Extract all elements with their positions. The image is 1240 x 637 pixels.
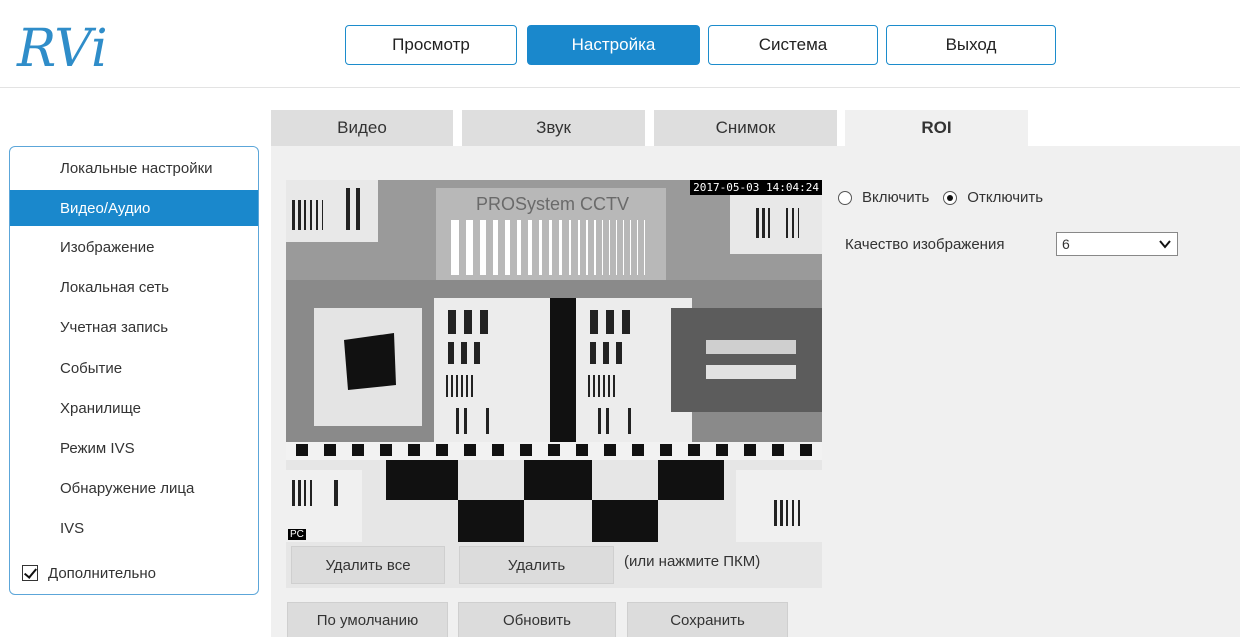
header-divider	[0, 87, 1240, 88]
delete-all-button[interactable]: Удалить все	[291, 546, 445, 584]
sidebar-item-face-detection[interactable]: Обнаружение лица	[10, 470, 258, 506]
nav-logout-button[interactable]: Выход	[886, 25, 1056, 65]
sidebar-item-network[interactable]: Локальная сеть	[10, 269, 258, 305]
default-button[interactable]: По умолчанию	[287, 602, 448, 637]
delete-hint-text: (или нажмите ПКМ)	[624, 553, 761, 570]
roi-enable-radio[interactable]	[838, 190, 852, 205]
video-corner-label: PC	[288, 529, 306, 540]
video-preview[interactable]: PROSystem CCTV 2017-05-03 14:04:24 PC	[286, 180, 822, 542]
nav-view-button[interactable]: Просмотр	[345, 25, 517, 65]
roi-enable-label: Включить	[862, 189, 930, 206]
refresh-button[interactable]: Обновить	[458, 602, 616, 637]
sidebar-item-image[interactable]: Изображение	[10, 229, 258, 265]
sidebar-item-ivs[interactable]: IVS	[10, 510, 258, 546]
settings-sidebar: Локальные настройки Видео/Аудио Изображе…	[9, 146, 259, 595]
tab-video[interactable]: Видео	[271, 110, 453, 146]
advanced-checkbox[interactable]	[22, 565, 38, 581]
advanced-toggle[interactable]: Дополнительно	[10, 555, 258, 591]
roi-disable-radio[interactable]	[943, 190, 958, 205]
nav-system-button[interactable]: Система	[708, 25, 878, 65]
watermark-text: PROSystem CCTV	[476, 194, 629, 214]
sidebar-item-storage[interactable]: Хранилище	[10, 390, 258, 426]
nav-settings-button[interactable]: Настройка	[527, 25, 700, 65]
chevron-down-icon	[1159, 240, 1171, 249]
video-timestamp: 2017-05-03 14:04:24	[690, 180, 822, 195]
advanced-label: Дополнительно	[48, 564, 156, 582]
quality-select[interactable]: 6	[1056, 232, 1178, 256]
quality-value: 6	[1062, 236, 1070, 252]
save-button[interactable]: Сохранить	[627, 602, 788, 637]
sidebar-item-ivs-mode[interactable]: Режим IVS	[10, 430, 258, 466]
tab-audio[interactable]: Звук	[462, 110, 645, 146]
tab-roi[interactable]: ROI	[845, 110, 1028, 146]
roi-disable-label: Отключить	[967, 189, 1044, 206]
sidebar-item-local-settings[interactable]: Локальные настройки	[10, 150, 258, 186]
sidebar-item-account[interactable]: Учетная запись	[10, 309, 258, 345]
quality-label: Качество изображения	[845, 236, 1005, 253]
sidebar-item-video-audio[interactable]: Видео/Аудио	[10, 190, 258, 226]
tab-snapshot[interactable]: Снимок	[654, 110, 837, 146]
sidebar-item-event[interactable]: Событие	[10, 350, 258, 386]
delete-button[interactable]: Удалить	[459, 546, 614, 584]
svg-text:RVi: RVi	[16, 19, 108, 78]
roi-toggle-group: Включить Отключить	[838, 189, 1043, 206]
rvi-logo: RVi	[16, 19, 108, 78]
test-chart-image: PROSystem CCTV	[286, 180, 822, 542]
